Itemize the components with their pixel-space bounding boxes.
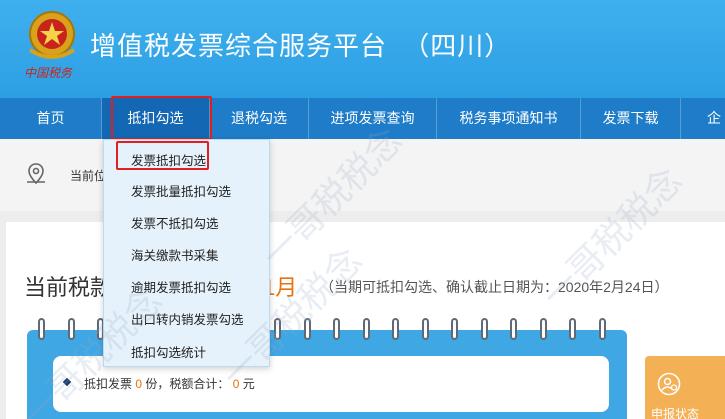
- binder-ring: [362, 318, 370, 340]
- binder-ring: [569, 318, 576, 340]
- menu-item-overdue-deduction-select[interactable]: 逾期发票抵扣勾选: [131, 277, 231, 296]
- menu-item-non-deduction-select[interactable]: 发票不抵扣勾选: [131, 213, 219, 232]
- binder-ring: [421, 318, 429, 340]
- user-status-icon: [657, 372, 681, 396]
- menu-red-highlight-box: [116, 141, 209, 170]
- platform-title: 增值税发票综合服务平台: [90, 31, 388, 61]
- binder-ring: [333, 318, 340, 340]
- breadcrumb: 当前位: [70, 169, 107, 183]
- emblem-caption: 中国税务: [24, 66, 73, 80]
- binder-ring: [274, 318, 281, 340]
- period-title: 当前税款: [24, 275, 113, 300]
- binder-ring: [510, 318, 517, 340]
- menu-item-export-to-domestic-select[interactable]: 出口转内销发票勾选: [131, 309, 244, 328]
- binder-ring: [451, 318, 458, 340]
- nav-item-enterprise[interactable]: 企: [681, 98, 725, 139]
- stat-prefix: 抵扣发票: [84, 377, 133, 391]
- deduction-dropdown-menu: 发票抵扣勾选 发票批量抵扣勾选 发票不抵扣勾选 海关缴款书采集 逾期发票抵扣勾选…: [103, 139, 270, 367]
- location-pin-icon: [27, 163, 45, 185]
- nav-item-invoice-query[interactable]: 进项发票查询: [309, 98, 437, 139]
- deduction-stat-line: 抵扣发票 0 份，税额合计： 0 元: [84, 375, 255, 392]
- declaration-status-label: 申报状态: [651, 407, 700, 419]
- binder-ring: [67, 318, 75, 340]
- binder-ring: [480, 318, 488, 340]
- nav-red-highlight-box: [111, 96, 212, 140]
- nav-item-invoice-download[interactable]: 发票下载: [581, 98, 681, 139]
- stat-invoice-count: 0: [135, 377, 143, 391]
- binder-ring: [392, 318, 399, 340]
- platform-region: （四川）: [403, 31, 512, 61]
- nav-item-home[interactable]: 首页: [0, 98, 102, 139]
- binder-ring: [539, 318, 547, 340]
- binder-ring: [38, 318, 45, 340]
- stat-suffix: 元: [242, 377, 255, 391]
- stat-mid: 份，税额合计：: [145, 377, 230, 391]
- menu-item-deduction-statistics[interactable]: 抵扣勾选统计: [131, 342, 206, 361]
- binder-ring: [303, 318, 311, 340]
- nav-item-tax-notice[interactable]: 税务事项通知书: [437, 98, 581, 139]
- menu-item-batch-deduction-select[interactable]: 发票批量抵扣勾选: [131, 181, 231, 200]
- period-deadline-note: （当期可抵扣勾选、确认截止日期为：2020年2月24日）: [320, 279, 669, 295]
- main-nav: 首页 抵扣勾选 退税勾选 进项发票查询 税务事项通知书 发票下载 企: [0, 98, 725, 139]
- binder-ring: [598, 318, 606, 340]
- menu-item-customs-collection[interactable]: 海关缴款书采集: [131, 245, 219, 264]
- nav-item-refund-select[interactable]: 退税勾选: [210, 98, 309, 139]
- page-title: 增值税发票综合服务平台 （四川）: [90, 26, 511, 63]
- stat-tax-amount: 0: [232, 377, 240, 391]
